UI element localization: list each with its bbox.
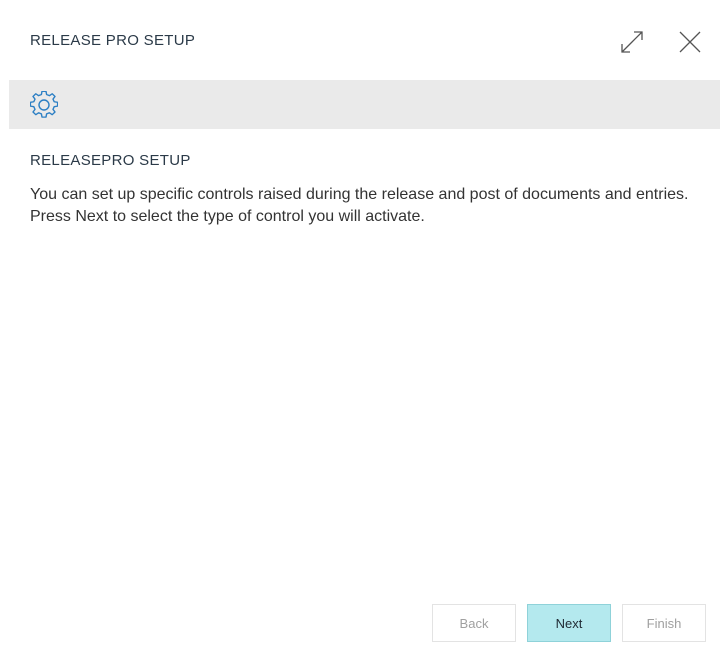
setup-dialog: RELEASE PRO SETUP RELEASEPRO SETUP You c… — [0, 0, 720, 660]
section-heading: RELEASEPRO SETUP — [30, 152, 191, 169]
dialog-title: RELEASE PRO SETUP — [30, 32, 196, 49]
finish-button[interactable]: Finish — [622, 604, 706, 642]
expand-button[interactable] — [616, 26, 648, 58]
expand-icon — [621, 31, 643, 53]
back-button[interactable]: Back — [432, 604, 516, 642]
title-bar: RELEASE PRO SETUP — [0, 0, 720, 80]
description-text: You can set up specific controls raised … — [30, 186, 689, 225]
close-icon — [679, 31, 701, 53]
banner — [9, 80, 720, 129]
next-button[interactable]: Next — [527, 604, 611, 642]
close-button[interactable] — [674, 26, 706, 58]
gear-icon — [30, 91, 58, 118]
